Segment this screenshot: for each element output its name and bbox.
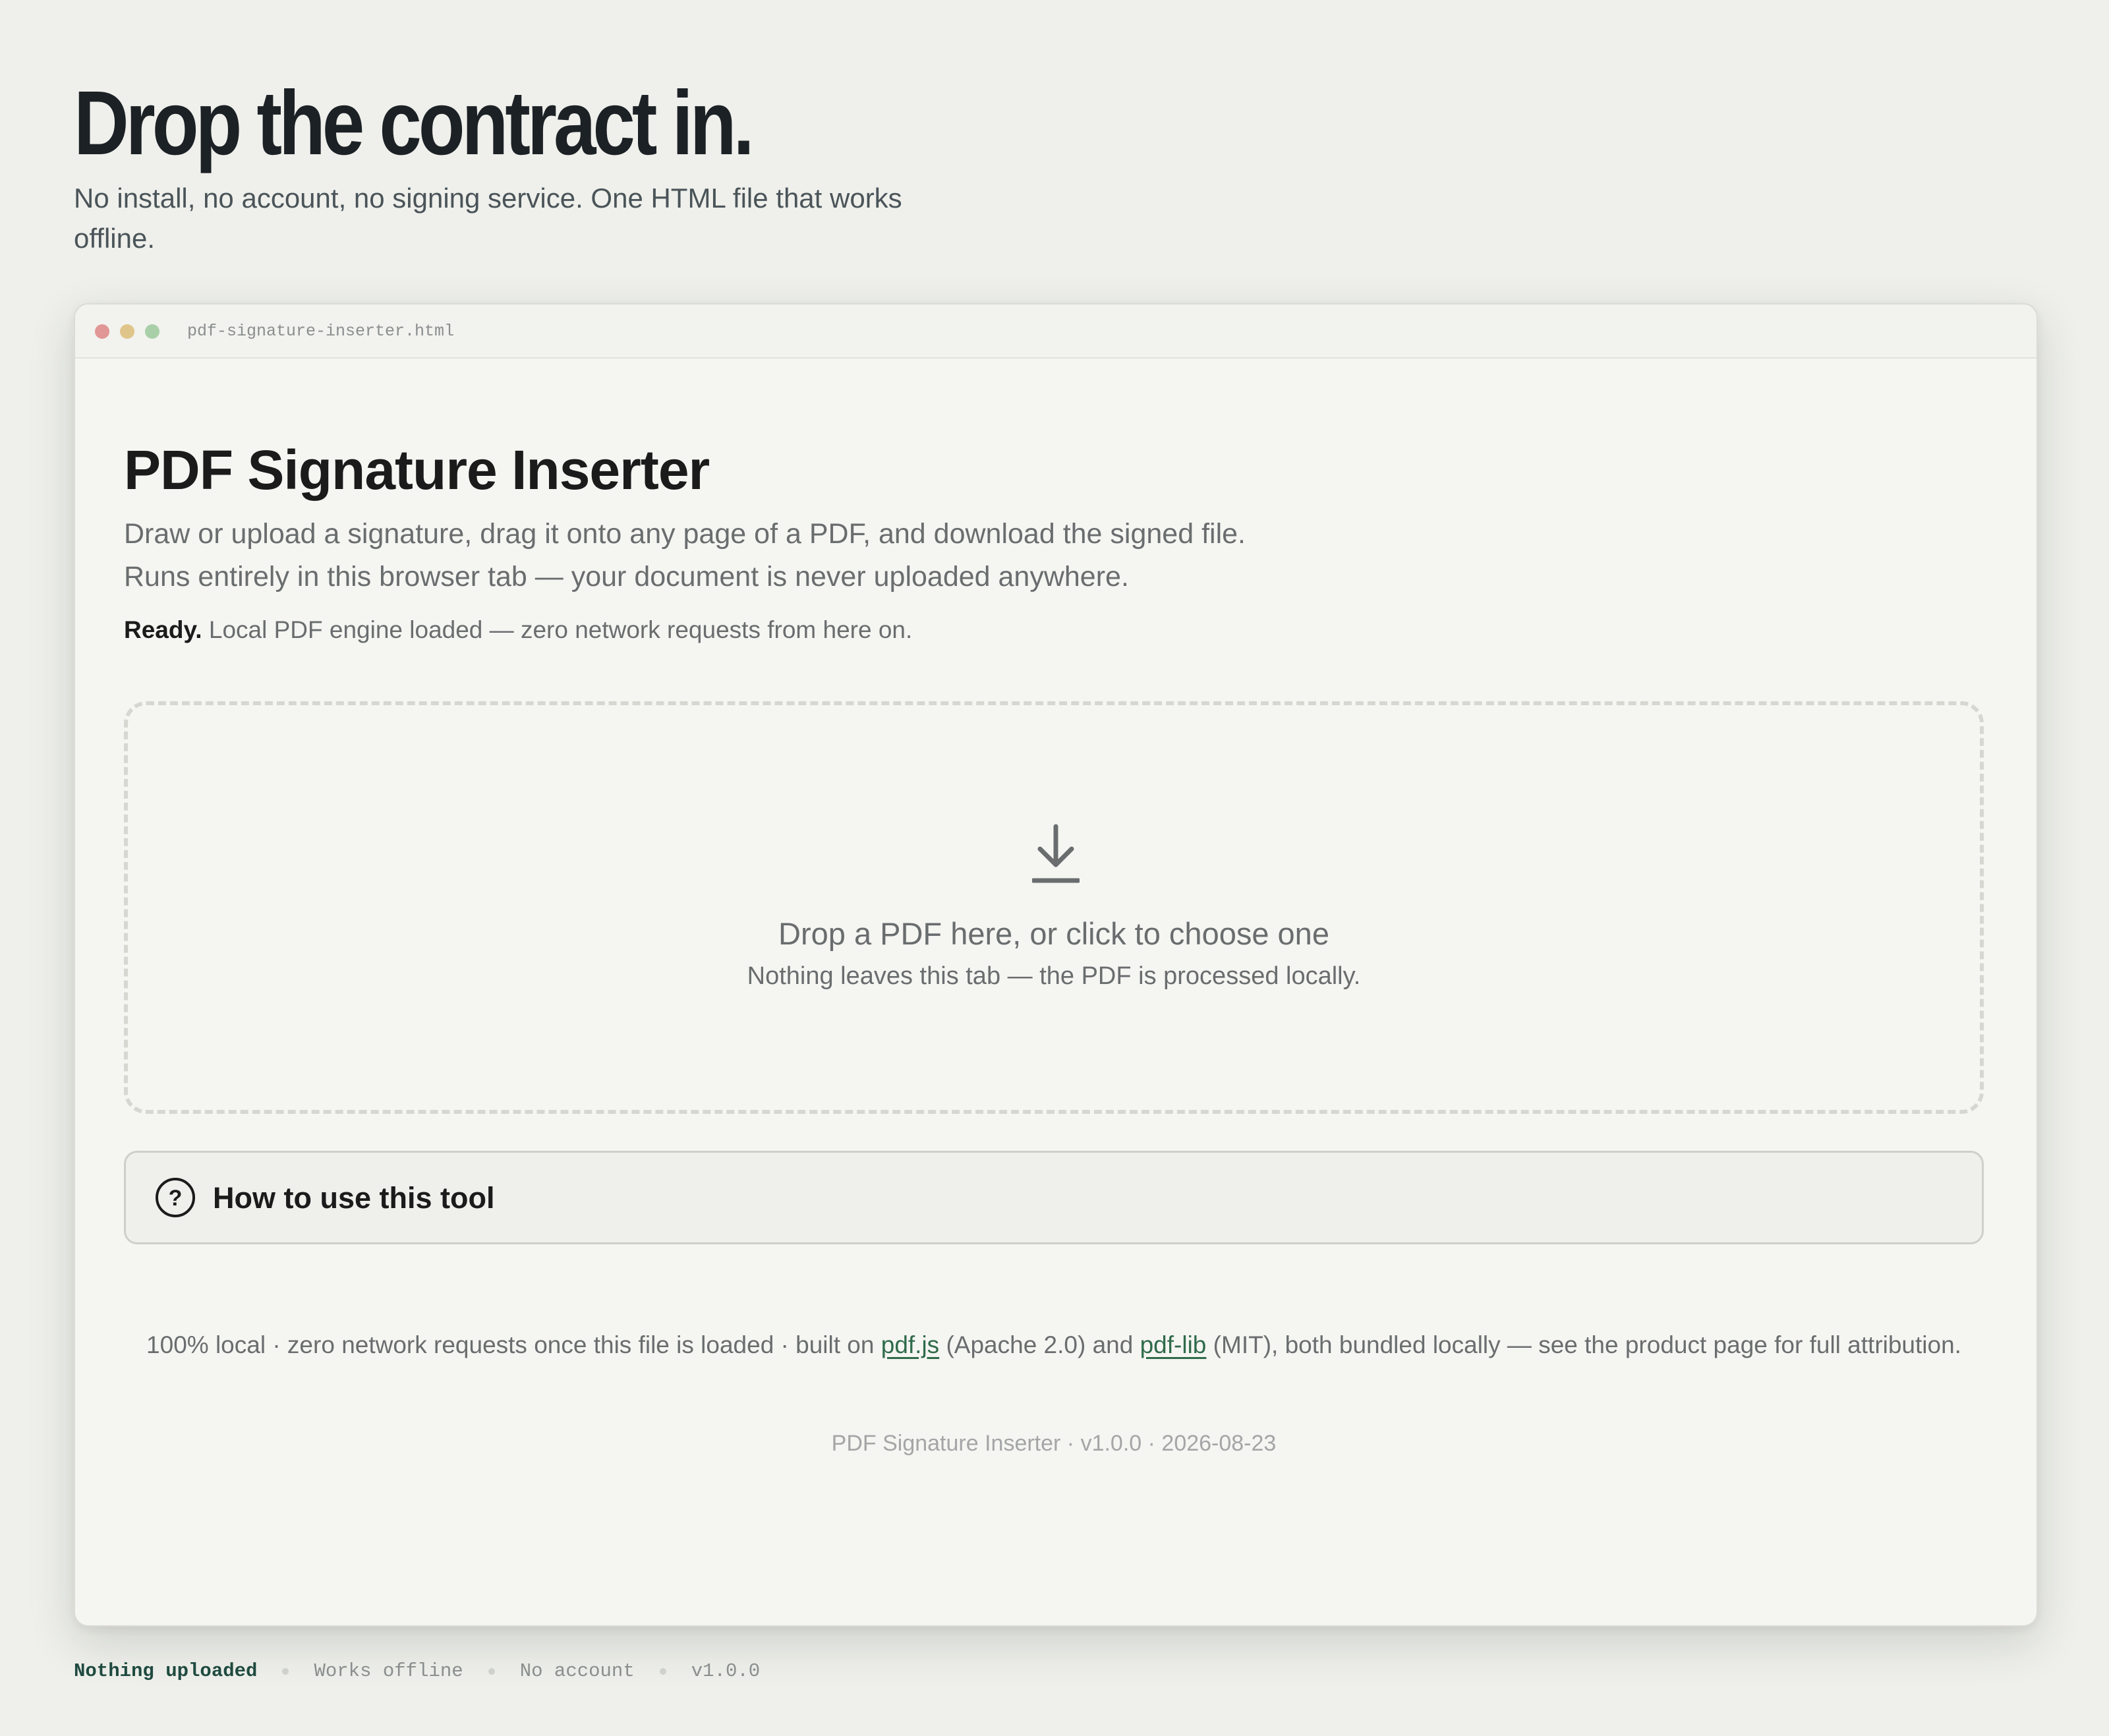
- svg-text:?: ?: [169, 1186, 183, 1211]
- footer-note-part2: (Apache 2.0) and: [939, 1331, 1140, 1358]
- status-text: Local PDF engine loaded — zero network r…: [202, 616, 913, 643]
- download-icon: [1032, 824, 1080, 883]
- pdfjs-link[interactable]: pdf.js: [881, 1331, 939, 1358]
- help-icon: ?: [156, 1178, 195, 1217]
- version-line: PDF Signature Inserter · v1.0.0 · 2026-0…: [831, 1431, 1277, 1456]
- window-titlebar: pdf-signature-inserter.html: [75, 304, 2037, 359]
- dropzone-title: Drop a PDF here, or click to choose one: [778, 916, 1329, 951]
- hero-subtitle: No install, no account, no signing servi…: [74, 183, 902, 254]
- status-line: Ready. Local PDF engine loaded — zero ne…: [124, 612, 912, 649]
- footer-note-part1: 100% local · zero network requests once …: [146, 1331, 881, 1358]
- badge-no-account: No account: [519, 1660, 635, 1682]
- badge-nothing-uploaded: Nothing uploaded: [74, 1660, 258, 1682]
- how-to-use-label: How to use this tool: [213, 1181, 495, 1215]
- pdf-lib-link[interactable]: pdf-lib: [1140, 1331, 1207, 1358]
- badge-works-offline: Works offline: [314, 1660, 463, 1682]
- status-label: Ready.: [124, 616, 202, 643]
- window-minimize-dot[interactable]: [120, 324, 134, 339]
- footer-note-part3: (MIT), both bundled locally — see the pr…: [1206, 1331, 1961, 1358]
- badge-version: v1.0.0: [691, 1660, 761, 1682]
- separator-dot: [488, 1668, 495, 1675]
- separator-dot: [659, 1668, 666, 1675]
- dropzone-subtitle: Nothing leaves this tab — the PDF is pro…: [747, 962, 1361, 990]
- app-description: Draw or upload a signature, drag it onto…: [124, 518, 1246, 593]
- footer-note: 100% local · zero network requests once …: [124, 1326, 1984, 1364]
- how-to-use-toggle[interactable]: ? How to use this tool: [124, 1151, 1984, 1244]
- window-filename: pdf-signature-inserter.html: [187, 322, 455, 341]
- bottom-status-bar: Nothing uploaded Works offline No accoun…: [74, 1658, 760, 1685]
- window-close-dot[interactable]: [95, 324, 109, 339]
- pdf-dropzone[interactable]: Drop a PDF here, or click to choose one …: [124, 701, 1984, 1114]
- app-title: PDF Signature Inserter: [124, 439, 710, 501]
- hero-title: Drop the contract in.: [74, 72, 755, 174]
- window-maximize-dot[interactable]: [145, 324, 159, 339]
- separator-dot: [282, 1668, 289, 1675]
